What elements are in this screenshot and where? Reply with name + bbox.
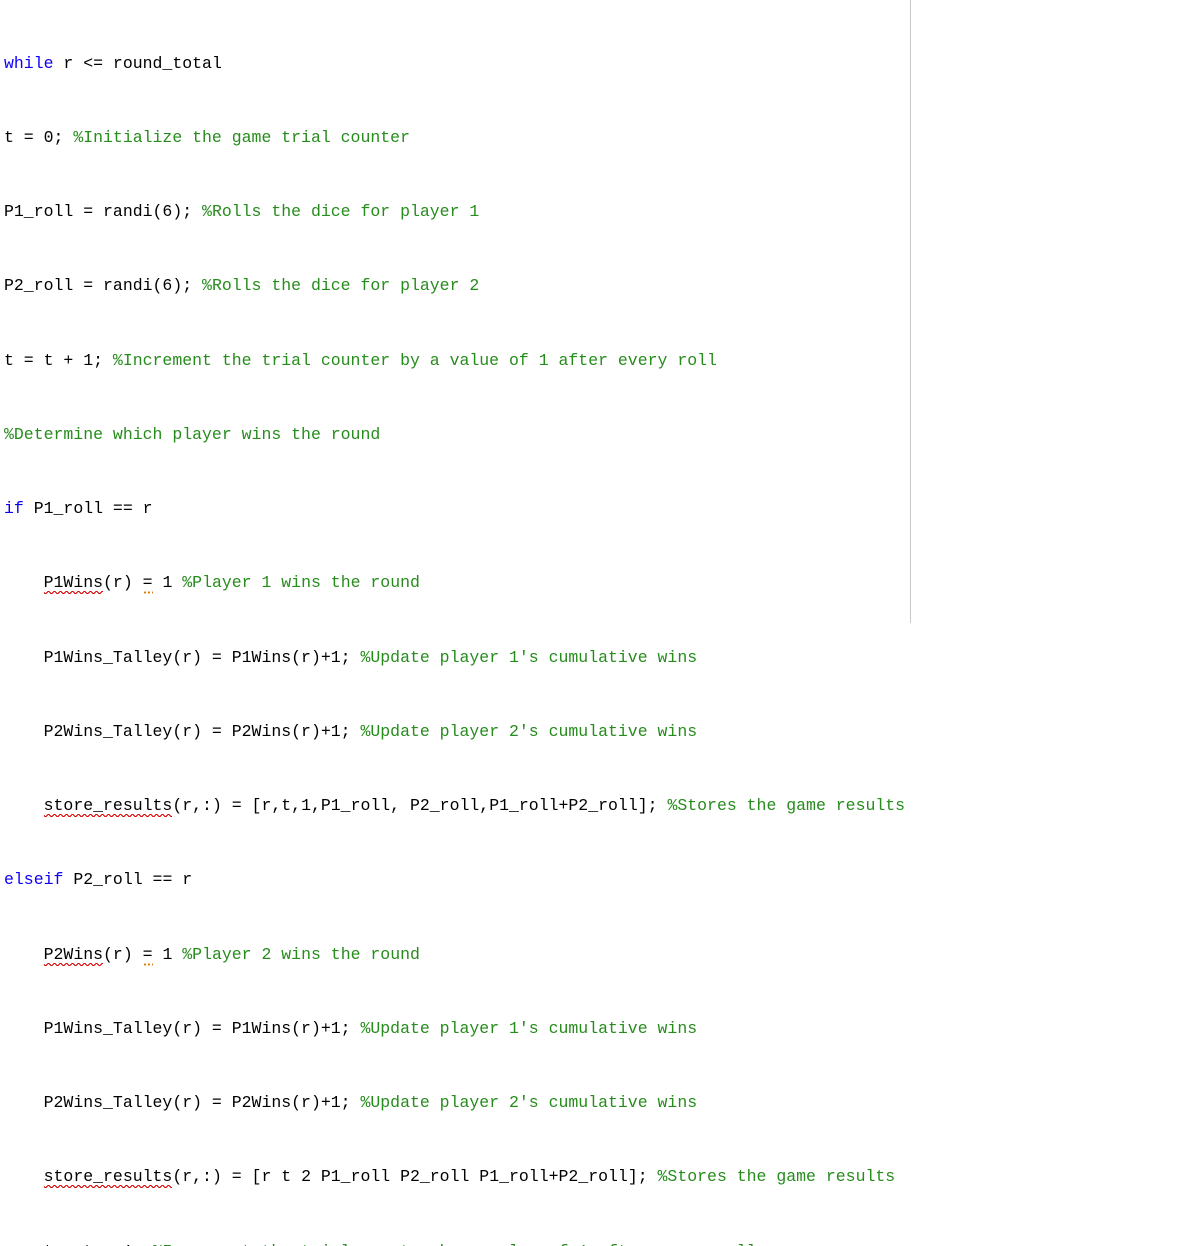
code-line: P2Wins(r) = 1 %Player 2 wins the round xyxy=(4,943,1196,968)
code-line: P2Wins_Talley(r) = P2Wins(r)+1; %Update … xyxy=(4,1091,1196,1116)
comment: %Update player 2's cumulative wins xyxy=(360,1093,697,1112)
comment: %Stores the game results xyxy=(667,796,905,815)
code-line: store_results(r,:) = [r,t,1,P1_roll, P2_… xyxy=(4,794,1196,819)
comment: %Update player 2's cumulative wins xyxy=(360,722,697,741)
comment: %Update player 1's cumulative wins xyxy=(360,648,697,667)
code-line: P1Wins(r) = 1 %Player 1 wins the round xyxy=(4,571,1196,596)
code-line: t = t + 1; %Increment the trial counter … xyxy=(4,1240,1196,1246)
code-line: P2Wins_Talley(r) = P2Wins(r)+1; %Update … xyxy=(4,720,1196,745)
code-line: P1Wins_Talley(r) = P1Wins(r)+1; %Update … xyxy=(4,1017,1196,1042)
lint-warning-underline: = xyxy=(143,573,153,594)
print-margin-rule xyxy=(910,0,911,623)
keyword-if: if xyxy=(4,499,24,518)
comment: %Initialize the game trial counter xyxy=(73,128,410,147)
comment: %Update player 1's cumulative wins xyxy=(360,1019,697,1038)
code-line: if P1_roll == r xyxy=(4,497,1196,522)
comment: %Rolls the dice for player 2 xyxy=(202,276,479,295)
comment: %Rolls the dice for player 1 xyxy=(202,202,479,221)
code-line: t = t + 1; %Increment the trial counter … xyxy=(4,349,1196,374)
code-line: P1Wins_Talley(r) = P1Wins(r)+1; %Update … xyxy=(4,646,1196,671)
keyword-elseif: elseif xyxy=(4,870,63,889)
comment: %Determine which player wins the round xyxy=(4,425,380,444)
code-line: %Determine which player wins the round xyxy=(4,423,1196,448)
comment: %Increment the trial counter by a value … xyxy=(113,351,717,370)
lint-warning-underline: = xyxy=(143,945,153,966)
code-line: P2_roll = randi(6); %Rolls the dice for … xyxy=(4,274,1196,299)
code-editor-view: while r <= round_total t = 0; %Initializ… xyxy=(0,0,1200,1246)
keyword-while: while xyxy=(4,54,54,73)
lint-error-underline: store_results xyxy=(44,796,173,817)
lint-error-underline: P2Wins xyxy=(44,945,103,966)
comment: %Increment the trial counter by a value … xyxy=(153,1242,757,1246)
code-line: store_results(r,:) = [r t 2 P1_roll P2_r… xyxy=(4,1165,1196,1190)
comment: %Player 2 wins the round xyxy=(182,945,420,964)
lint-error-underline: store_results xyxy=(44,1167,173,1188)
comment: %Stores the game results xyxy=(658,1167,896,1186)
code-line: P1_roll = randi(6); %Rolls the dice for … xyxy=(4,200,1196,225)
comment: %Player 1 wins the round xyxy=(182,573,420,592)
code-line: t = 0; %Initialize the game trial counte… xyxy=(4,126,1196,151)
code-line: while r <= round_total xyxy=(4,52,1196,77)
lint-error-underline: P1Wins xyxy=(44,573,103,594)
code-line: elseif P2_roll == r xyxy=(4,868,1196,893)
